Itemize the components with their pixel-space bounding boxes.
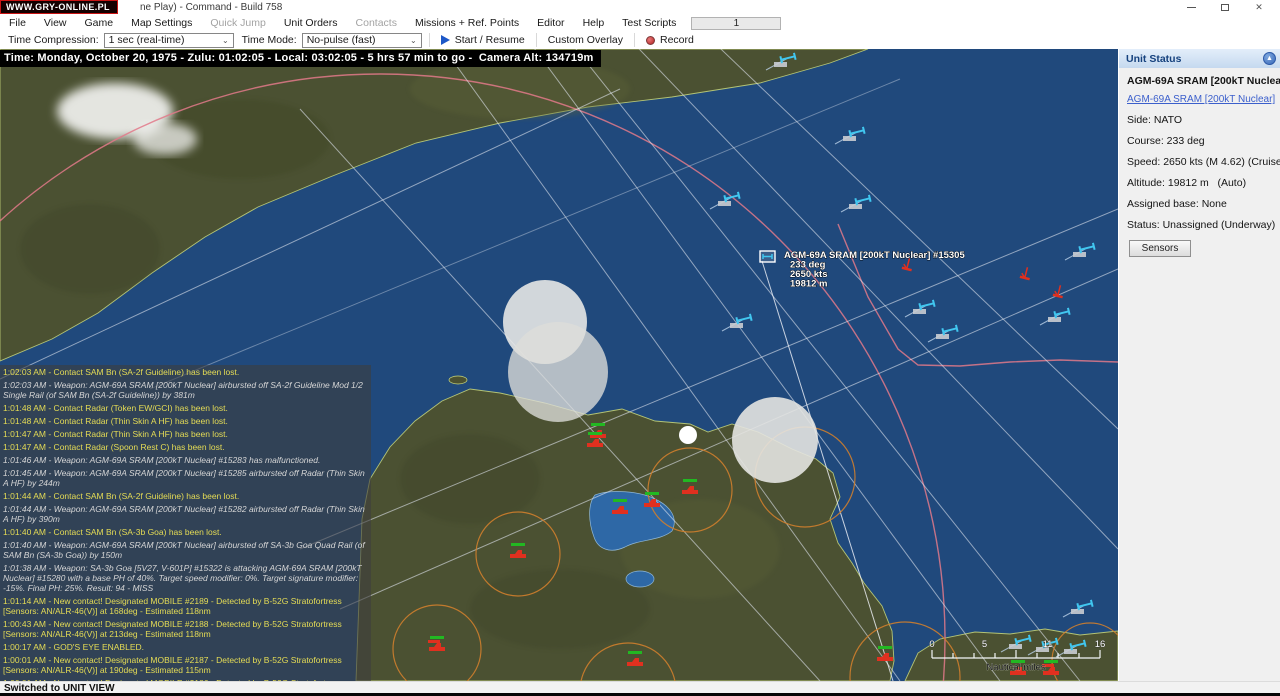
lake — [626, 571, 654, 587]
log-message: 1:01:40 AM - Contact SAM Bn (SA-3b Goa) … — [3, 527, 368, 537]
menu-item-missions-ref-points[interactable]: Missions + Ref. Points — [406, 17, 528, 29]
time-compression-value: 1 sec (real-time) — [109, 34, 185, 46]
close-button[interactable]: ✕ — [1242, 0, 1276, 15]
log-message: 1:01:44 AM - Contact SAM Bn (SA-2f Guide… — [3, 491, 368, 501]
menu-item-file[interactable]: File — [0, 17, 35, 29]
toolbar-separator — [634, 33, 635, 47]
menu-item-editor[interactable]: Editor — [528, 17, 573, 29]
log-message: 1:01:38 AM - Weapon: SA-3b Goa [5V27, V-… — [3, 563, 368, 593]
time-mode-value: No-pulse (fast) — [307, 34, 376, 46]
menu-item-help[interactable]: Help — [574, 17, 614, 29]
start-resume-label: Start / Resume — [455, 34, 525, 46]
unit-side: Side: NATO — [1127, 114, 1280, 126]
record-icon — [646, 36, 655, 45]
menu-item-unit-orders[interactable]: Unit Orders — [275, 17, 347, 29]
log-message: 1:01:47 AM - Contact Radar (Spoon Rest C… — [3, 442, 368, 452]
menu-item-test-scripts[interactable]: Test Scripts — [613, 17, 685, 29]
unit-assigned-base: Assigned base: None — [1127, 198, 1280, 210]
minimize-button[interactable] — [1174, 0, 1208, 15]
time-compression-label: Time Compression: — [8, 34, 99, 46]
unit-status-title: Unit Status — [1126, 53, 1181, 65]
message-log[interactable]: 1:02:03 AM - Contact SAM Bn (SA-2f Guide… — [0, 365, 371, 681]
toolbar: Time Compression: 1 sec (real-time) ⌄ Ti… — [0, 31, 1280, 49]
unit-speed: Speed: 2650 kts (M 4.62) (Cruise) (Auto) — [1127, 156, 1280, 168]
scale-tick-label: 0 — [929, 639, 934, 650]
selected-unit-marker[interactable] — [760, 251, 775, 262]
toolbar-separator — [429, 33, 430, 47]
unit-status-text: Status: Unassigned (Underway) — [1127, 219, 1280, 231]
record-button[interactable]: Record — [642, 34, 698, 46]
time-mode-label: Time Mode: — [242, 34, 297, 46]
record-label: Record — [660, 34, 694, 46]
log-message: 1:01:46 AM - Weapon: AGM-69A SRAM [200kT… — [3, 455, 368, 465]
toolbar-separator — [536, 33, 537, 47]
scale-tick-label: 5 — [982, 639, 987, 650]
play-icon — [441, 35, 450, 45]
time-status-bar: Time: Monday, October 20, 1975 - Zulu: 0… — [0, 50, 601, 67]
status-bar: Switched to UNIT VIEW — [0, 681, 1280, 696]
collapse-panel-button[interactable]: ▲ — [1263, 52, 1276, 65]
sensors-button[interactable]: Sensors — [1129, 240, 1191, 257]
title-bar: WWW.GRY-ONLINE.PL ne Play) - Command - B… — [0, 0, 1280, 15]
custom-overlay-button[interactable]: Custom Overlay — [544, 34, 627, 46]
svg-text:Nautical miles: Nautical miles — [986, 662, 1045, 673]
menu-item-quick-jump: Quick Jump — [201, 17, 274, 29]
time-mode-dropdown[interactable]: No-pulse (fast) ⌄ — [302, 33, 422, 48]
log-message: 1:00:43 AM - New contact! Designated MOB… — [3, 619, 368, 639]
unit-status-header: Unit Status ▲ — [1119, 49, 1280, 68]
watermark-badge: WWW.GRY-ONLINE.PL — [0, 0, 118, 14]
menu-item-game[interactable]: Game — [76, 17, 123, 29]
menu-item-map-settings[interactable]: Map Settings — [122, 17, 201, 29]
menu-item-view[interactable]: View — [35, 17, 76, 29]
unit-name: AGM-69A SRAM [200kT Nuclear] #15305 — [1127, 75, 1280, 87]
scale-tick-label: 11 — [1043, 639, 1053, 650]
menu-item-contacts: Contacts — [347, 17, 406, 29]
log-message: 1:01:14 AM - New contact! Designated MOB… — [3, 596, 368, 616]
log-message: 1:01:47 AM - Contact Radar (Thin Skin A … — [3, 429, 368, 439]
log-message: 1:02:03 AM - Weapon: AGM-69A SRAM [200kT… — [3, 380, 368, 400]
unit-status-panel: Unit Status ▲ AGM-69A SRAM [200kT Nuclea… — [1118, 49, 1280, 681]
start-resume-button[interactable]: Start / Resume — [437, 34, 529, 46]
maximize-button[interactable] — [1208, 0, 1242, 15]
log-message: 1:01:48 AM - Contact Radar (Token EW/GCI… — [3, 403, 368, 413]
svg-text:19812 m: 19812 m — [790, 279, 828, 290]
unit-database-link[interactable]: AGM-69A SRAM [200kT Nuclear] — [1127, 94, 1280, 105]
status-bar-message: Switched to UNIT VIEW — [4, 683, 115, 694]
log-message: 1:01:44 AM - Weapon: AGM-69A SRAM [200kT… — [3, 504, 368, 524]
log-message: 1:00:17 AM - GOD'S EYE ENABLED. — [3, 642, 368, 652]
island — [449, 376, 467, 384]
unit-course: Course: 233 deg — [1127, 135, 1280, 147]
test-scripts-value[interactable]: 1 — [691, 17, 781, 30]
unit-altitude: Altitude: 19812 m (Auto) — [1127, 177, 1280, 189]
log-message: 1:01:48 AM - Contact Radar (Thin Skin A … — [3, 416, 368, 426]
log-message: 1:01:45 AM - Weapon: AGM-69A SRAM [200kT… — [3, 468, 368, 488]
scale-tick-label: 16 — [1095, 639, 1106, 650]
log-message: 1:01:40 AM - Weapon: AGM-69A SRAM [200kT… — [3, 540, 368, 560]
menu-bar: FileViewGameMap SettingsQuick JumpUnit O… — [0, 15, 1280, 31]
chevron-down-icon: ⌄ — [212, 36, 229, 45]
chevron-down-icon: ⌄ — [400, 36, 417, 45]
log-message: 1:00:01 AM - New contact! Designated MOB… — [3, 655, 368, 675]
log-message: 1:02:03 AM - Contact SAM Bn (SA-2f Guide… — [3, 367, 368, 377]
time-compression-dropdown[interactable]: 1 sec (real-time) ⌄ — [104, 33, 234, 48]
window-title: ne Play) - Command - Build 758 — [140, 2, 282, 13]
